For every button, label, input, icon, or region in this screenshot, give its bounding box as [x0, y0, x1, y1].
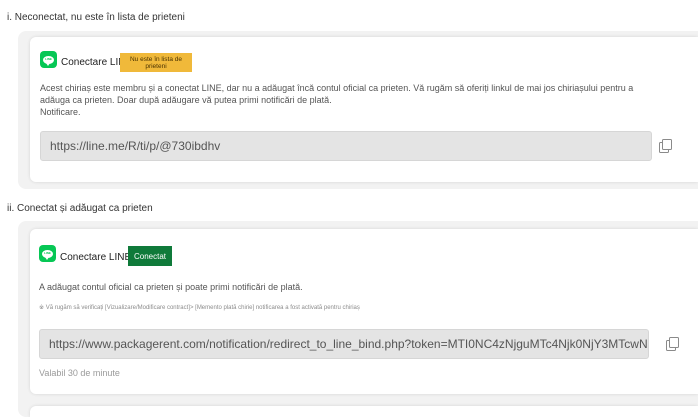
description-line: Notificare.: [40, 107, 81, 117]
line-bind-url-field[interactable]: https://www.packagerent.com/notification…: [39, 329, 649, 359]
panel-connected: LINE Conectare LINE Conectat A adăugat c…: [18, 221, 698, 417]
copy-icon[interactable]: [658, 138, 672, 153]
card-description: Acest chiriaș este membru și a conectat …: [40, 82, 698, 118]
description-line: adăuga ca prieten. Doar după adăugare vă…: [40, 95, 332, 105]
status-badge-not-friend: Nu este în lista de prieteni: [120, 53, 192, 72]
status-badge-connected: Conectat: [128, 246, 172, 266]
validity-note: Valabil 30 de minute: [39, 368, 120, 378]
line-friend-url-field[interactable]: https://line.me/R/ti/p/@730ibdhv: [40, 131, 652, 161]
card-description: A adăugat contul oficial ca prieten și p…: [39, 282, 303, 292]
line-app-icon: LINE: [40, 51, 57, 68]
next-card-edge: [30, 406, 698, 417]
description-line: Acest chiriaș este membru și a conectat …: [40, 83, 634, 93]
card-not-connected: LINE Conectare LINE Nu este în lista de …: [30, 37, 698, 182]
card-connected: LINE Conectare LINE Conectat A adăugat c…: [30, 229, 698, 394]
section-label-connected: ii. Conectat și adăugat ca prieten: [7, 203, 153, 214]
reminder-note: ※ Vă rugăm să verificați [Vizualizare/Mo…: [39, 305, 360, 311]
line-app-icon: LINE: [39, 245, 56, 262]
copy-icon[interactable]: [665, 336, 679, 351]
panel-not-connected: LINE Conectare LINE Nu este în lista de …: [18, 31, 698, 189]
section-label-not-connected: i. Neconectat, nu este în lista de priet…: [7, 12, 185, 23]
card-title: Conectare LINE: [60, 252, 132, 263]
